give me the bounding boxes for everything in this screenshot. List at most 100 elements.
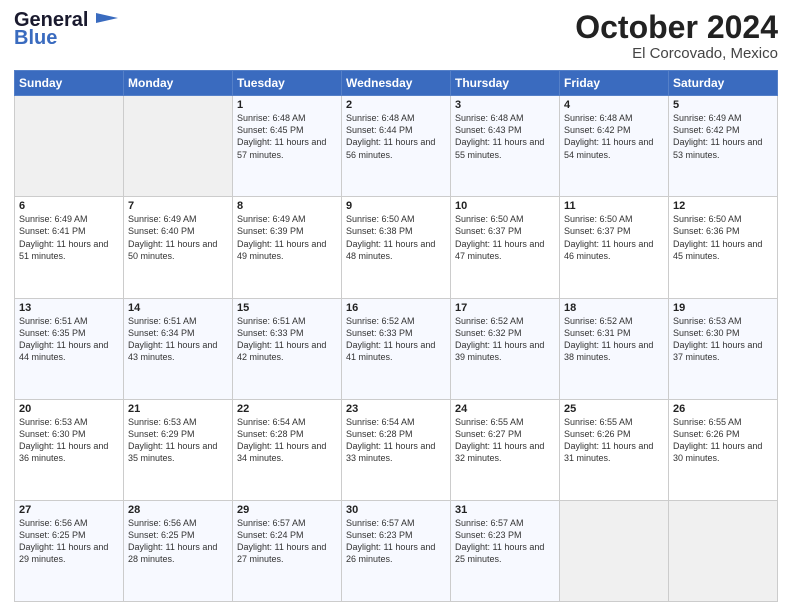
calendar-cell <box>15 96 124 197</box>
day-number: 10 <box>455 200 555 212</box>
calendar-cell: 25Sunrise: 6:55 AMSunset: 6:26 PMDayligh… <box>560 399 669 500</box>
col-header-sunday: Sunday <box>15 71 124 96</box>
day-number: 12 <box>673 200 773 212</box>
day-number: 26 <box>673 403 773 415</box>
day-number: 17 <box>455 302 555 314</box>
calendar-table: SundayMondayTuesdayWednesdayThursdayFrid… <box>14 70 778 602</box>
calendar-cell: 6Sunrise: 6:49 AMSunset: 6:41 PMDaylight… <box>15 197 124 298</box>
day-detail: Sunrise: 6:48 AMSunset: 6:42 PMDaylight:… <box>564 112 664 161</box>
calendar-cell <box>669 500 778 601</box>
calendar-cell: 18Sunrise: 6:52 AMSunset: 6:31 PMDayligh… <box>560 298 669 399</box>
calendar-cell: 20Sunrise: 6:53 AMSunset: 6:30 PMDayligh… <box>15 399 124 500</box>
page-title: October 2024 <box>575 10 778 45</box>
calendar-cell: 11Sunrise: 6:50 AMSunset: 6:37 PMDayligh… <box>560 197 669 298</box>
day-number: 28 <box>128 504 228 516</box>
day-number: 30 <box>346 504 446 516</box>
day-detail: Sunrise: 6:52 AMSunset: 6:33 PMDaylight:… <box>346 315 446 364</box>
day-detail: Sunrise: 6:55 AMSunset: 6:27 PMDaylight:… <box>455 416 555 465</box>
week-row-1: 1Sunrise: 6:48 AMSunset: 6:45 PMDaylight… <box>15 96 778 197</box>
week-row-2: 6Sunrise: 6:49 AMSunset: 6:41 PMDaylight… <box>15 197 778 298</box>
logo: General Blue <box>14 10 118 48</box>
day-number: 31 <box>455 504 555 516</box>
header: General Blue October 2024 El Corcovado, … <box>14 10 778 62</box>
day-detail: Sunrise: 6:52 AMSunset: 6:32 PMDaylight:… <box>455 315 555 364</box>
title-block: October 2024 El Corcovado, Mexico <box>575 10 778 62</box>
day-detail: Sunrise: 6:50 AMSunset: 6:37 PMDaylight:… <box>564 213 664 262</box>
day-number: 15 <box>237 302 337 314</box>
week-row-4: 20Sunrise: 6:53 AMSunset: 6:30 PMDayligh… <box>15 399 778 500</box>
day-detail: Sunrise: 6:57 AMSunset: 6:24 PMDaylight:… <box>237 517 337 566</box>
day-number: 27 <box>19 504 119 516</box>
day-number: 21 <box>128 403 228 415</box>
logo-flag-icon <box>96 13 118 28</box>
day-detail: Sunrise: 6:51 AMSunset: 6:35 PMDaylight:… <box>19 315 119 364</box>
day-number: 14 <box>128 302 228 314</box>
col-header-thursday: Thursday <box>451 71 560 96</box>
day-detail: Sunrise: 6:48 AMSunset: 6:43 PMDaylight:… <box>455 112 555 161</box>
header-row: SundayMondayTuesdayWednesdayThursdayFrid… <box>15 71 778 96</box>
calendar-header: SundayMondayTuesdayWednesdayThursdayFrid… <box>15 71 778 96</box>
calendar-cell: 2Sunrise: 6:48 AMSunset: 6:44 PMDaylight… <box>342 96 451 197</box>
col-header-friday: Friday <box>560 71 669 96</box>
day-number: 19 <box>673 302 773 314</box>
day-number: 9 <box>346 200 446 212</box>
day-detail: Sunrise: 6:48 AMSunset: 6:44 PMDaylight:… <box>346 112 446 161</box>
day-detail: Sunrise: 6:52 AMSunset: 6:31 PMDaylight:… <box>564 315 664 364</box>
calendar-cell: 13Sunrise: 6:51 AMSunset: 6:35 PMDayligh… <box>15 298 124 399</box>
day-number: 24 <box>455 403 555 415</box>
day-detail: Sunrise: 6:57 AMSunset: 6:23 PMDaylight:… <box>346 517 446 566</box>
calendar-cell: 9Sunrise: 6:50 AMSunset: 6:38 PMDaylight… <box>342 197 451 298</box>
calendar-cell: 16Sunrise: 6:52 AMSunset: 6:33 PMDayligh… <box>342 298 451 399</box>
calendar-cell: 26Sunrise: 6:55 AMSunset: 6:26 PMDayligh… <box>669 399 778 500</box>
day-number: 13 <box>19 302 119 314</box>
day-number: 6 <box>19 200 119 212</box>
day-number: 8 <box>237 200 337 212</box>
day-detail: Sunrise: 6:53 AMSunset: 6:29 PMDaylight:… <box>128 416 228 465</box>
logo-blue-text: Blue <box>14 28 57 48</box>
page: General Blue October 2024 El Corcovado, … <box>0 0 792 612</box>
day-number: 18 <box>564 302 664 314</box>
day-detail: Sunrise: 6:53 AMSunset: 6:30 PMDaylight:… <box>673 315 773 364</box>
day-number: 7 <box>128 200 228 212</box>
day-detail: Sunrise: 6:49 AMSunset: 6:42 PMDaylight:… <box>673 112 773 161</box>
week-row-5: 27Sunrise: 6:56 AMSunset: 6:25 PMDayligh… <box>15 500 778 601</box>
calendar-cell: 29Sunrise: 6:57 AMSunset: 6:24 PMDayligh… <box>233 500 342 601</box>
day-number: 2 <box>346 99 446 111</box>
day-number: 3 <box>455 99 555 111</box>
day-number: 20 <box>19 403 119 415</box>
day-detail: Sunrise: 6:56 AMSunset: 6:25 PMDaylight:… <box>128 517 228 566</box>
calendar-cell: 15Sunrise: 6:51 AMSunset: 6:33 PMDayligh… <box>233 298 342 399</box>
col-header-saturday: Saturday <box>669 71 778 96</box>
day-number: 23 <box>346 403 446 415</box>
day-detail: Sunrise: 6:50 AMSunset: 6:36 PMDaylight:… <box>673 213 773 262</box>
day-number: 25 <box>564 403 664 415</box>
col-header-monday: Monday <box>124 71 233 96</box>
day-detail: Sunrise: 6:55 AMSunset: 6:26 PMDaylight:… <box>564 416 664 465</box>
day-detail: Sunrise: 6:56 AMSunset: 6:25 PMDaylight:… <box>19 517 119 566</box>
day-detail: Sunrise: 6:49 AMSunset: 6:40 PMDaylight:… <box>128 213 228 262</box>
day-detail: Sunrise: 6:49 AMSunset: 6:41 PMDaylight:… <box>19 213 119 262</box>
day-number: 29 <box>237 504 337 516</box>
day-detail: Sunrise: 6:50 AMSunset: 6:37 PMDaylight:… <box>455 213 555 262</box>
calendar-cell: 22Sunrise: 6:54 AMSunset: 6:28 PMDayligh… <box>233 399 342 500</box>
calendar-cell: 19Sunrise: 6:53 AMSunset: 6:30 PMDayligh… <box>669 298 778 399</box>
day-detail: Sunrise: 6:54 AMSunset: 6:28 PMDaylight:… <box>346 416 446 465</box>
calendar-cell <box>124 96 233 197</box>
calendar-cell: 8Sunrise: 6:49 AMSunset: 6:39 PMDaylight… <box>233 197 342 298</box>
calendar-cell: 31Sunrise: 6:57 AMSunset: 6:23 PMDayligh… <box>451 500 560 601</box>
calendar-cell: 17Sunrise: 6:52 AMSunset: 6:32 PMDayligh… <box>451 298 560 399</box>
day-number: 22 <box>237 403 337 415</box>
calendar-body: 1Sunrise: 6:48 AMSunset: 6:45 PMDaylight… <box>15 96 778 602</box>
calendar-cell: 30Sunrise: 6:57 AMSunset: 6:23 PMDayligh… <box>342 500 451 601</box>
calendar-cell: 23Sunrise: 6:54 AMSunset: 6:28 PMDayligh… <box>342 399 451 500</box>
calendar-cell: 12Sunrise: 6:50 AMSunset: 6:36 PMDayligh… <box>669 197 778 298</box>
day-detail: Sunrise: 6:54 AMSunset: 6:28 PMDaylight:… <box>237 416 337 465</box>
day-number: 11 <box>564 200 664 212</box>
calendar-cell: 3Sunrise: 6:48 AMSunset: 6:43 PMDaylight… <box>451 96 560 197</box>
calendar-cell: 5Sunrise: 6:49 AMSunset: 6:42 PMDaylight… <box>669 96 778 197</box>
day-number: 16 <box>346 302 446 314</box>
day-detail: Sunrise: 6:55 AMSunset: 6:26 PMDaylight:… <box>673 416 773 465</box>
week-row-3: 13Sunrise: 6:51 AMSunset: 6:35 PMDayligh… <box>15 298 778 399</box>
calendar-cell: 14Sunrise: 6:51 AMSunset: 6:34 PMDayligh… <box>124 298 233 399</box>
calendar-cell: 27Sunrise: 6:56 AMSunset: 6:25 PMDayligh… <box>15 500 124 601</box>
